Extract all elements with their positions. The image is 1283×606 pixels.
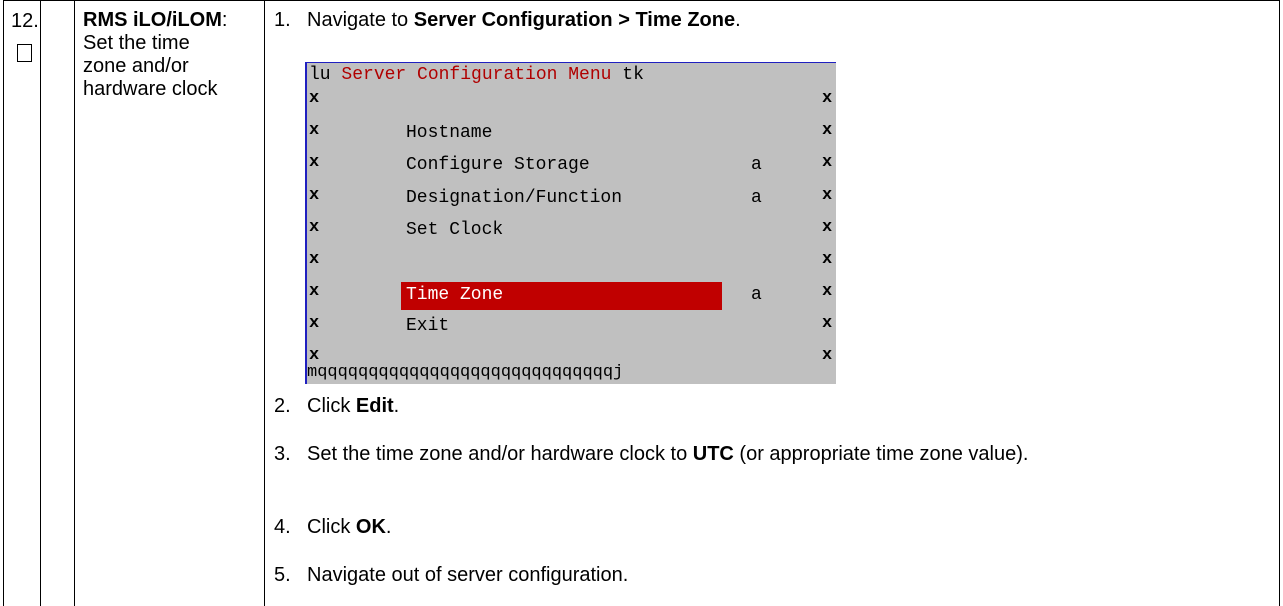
instruction-number: 4. bbox=[274, 516, 291, 538]
instruction-number: 5. bbox=[274, 564, 291, 586]
instruction-text: Click bbox=[307, 516, 356, 538]
menu-item-marker: a bbox=[751, 188, 762, 208]
table-border-left bbox=[3, 0, 4, 606]
instruction-text-end: . bbox=[735, 9, 741, 31]
frame-char: x bbox=[309, 250, 320, 269]
instruction-text: Navigate out of server configuration. bbox=[307, 564, 629, 586]
table-divider-3 bbox=[264, 0, 265, 606]
step-description: Set the time zone and/or hardware clock bbox=[83, 32, 218, 100]
table-border-right bbox=[1279, 0, 1280, 606]
frame-char: x bbox=[822, 89, 833, 108]
step-number: 12. bbox=[11, 10, 39, 32]
step-checkbox[interactable] bbox=[17, 44, 32, 62]
frame-char: x bbox=[309, 186, 320, 205]
menu-item-set-clock[interactable]: Set Clock bbox=[406, 220, 503, 240]
frame-char: x bbox=[309, 121, 320, 140]
step-title-bold: RMS iLO/iLOM bbox=[83, 9, 222, 31]
table-border-top bbox=[3, 0, 1280, 1]
menu-item-time-zone[interactable]: Time Zone bbox=[406, 285, 503, 305]
step-title: RMS iLO/iLOM: Set the time zone and/or ha… bbox=[83, 9, 233, 101]
instruction-text: Set the time zone and/or hardware clock … bbox=[307, 443, 693, 465]
instruction-number: 1. bbox=[274, 9, 291, 31]
frame-char: x bbox=[309, 282, 320, 301]
frame-char: x bbox=[822, 121, 833, 140]
menu-item-marker: a bbox=[751, 155, 762, 175]
step-title-colon: : bbox=[221, 9, 228, 31]
terminal-title-line: lu Server Configuration Menu tk bbox=[309, 65, 644, 85]
frame-char: x bbox=[309, 89, 320, 108]
instruction-text-end: (or appropriate time zone value). bbox=[733, 443, 1029, 465]
instruction-number: 3. bbox=[274, 443, 291, 465]
frame-char: x bbox=[309, 218, 320, 237]
terminal-title-left: lu bbox=[309, 65, 331, 85]
frame-char: x bbox=[822, 346, 833, 365]
instruction-text: Navigate to bbox=[307, 9, 414, 31]
frame-char: x bbox=[822, 218, 833, 237]
table-divider-2 bbox=[74, 0, 75, 606]
frame-char: x bbox=[822, 153, 833, 172]
terminal-bottom-border: mqqqqqqqqqqqqqqqqqqqqqqqqqqqqqj bbox=[307, 363, 624, 382]
instruction-text-end: . bbox=[393, 395, 400, 417]
menu-item-exit[interactable]: Exit bbox=[406, 316, 449, 336]
menu-item-hostname[interactable]: Hostname bbox=[406, 123, 492, 143]
menu-item-configure-storage[interactable]: Configure Storage bbox=[406, 155, 590, 175]
menu-title: Server Configuration Menu bbox=[330, 65, 623, 85]
instruction-text: Click bbox=[307, 395, 356, 417]
frame-char: x bbox=[822, 250, 833, 269]
frame-char: x bbox=[309, 314, 320, 333]
instruction-number: 2. bbox=[274, 395, 291, 417]
instruction-text-end: . bbox=[385, 516, 392, 538]
menu-item-designation-function[interactable]: Designation/Function bbox=[406, 188, 622, 208]
menu-item-marker: a bbox=[751, 285, 762, 305]
frame-char: x bbox=[309, 153, 320, 172]
table-divider-1 bbox=[40, 0, 41, 606]
edit-label: Edit bbox=[355, 395, 394, 417]
menu-path: Server Configuration > Time Zone bbox=[413, 9, 736, 31]
frame-char: x bbox=[822, 282, 833, 301]
frame-char: x bbox=[822, 186, 833, 205]
terminal-title-right: tk bbox=[622, 65, 644, 85]
ok-label: OK bbox=[355, 516, 386, 538]
frame-char: x bbox=[822, 314, 833, 333]
server-configuration-menu-screenshot: lu Server Configuration Menu tk x x x x … bbox=[305, 62, 836, 384]
utc-label: UTC bbox=[692, 443, 734, 465]
